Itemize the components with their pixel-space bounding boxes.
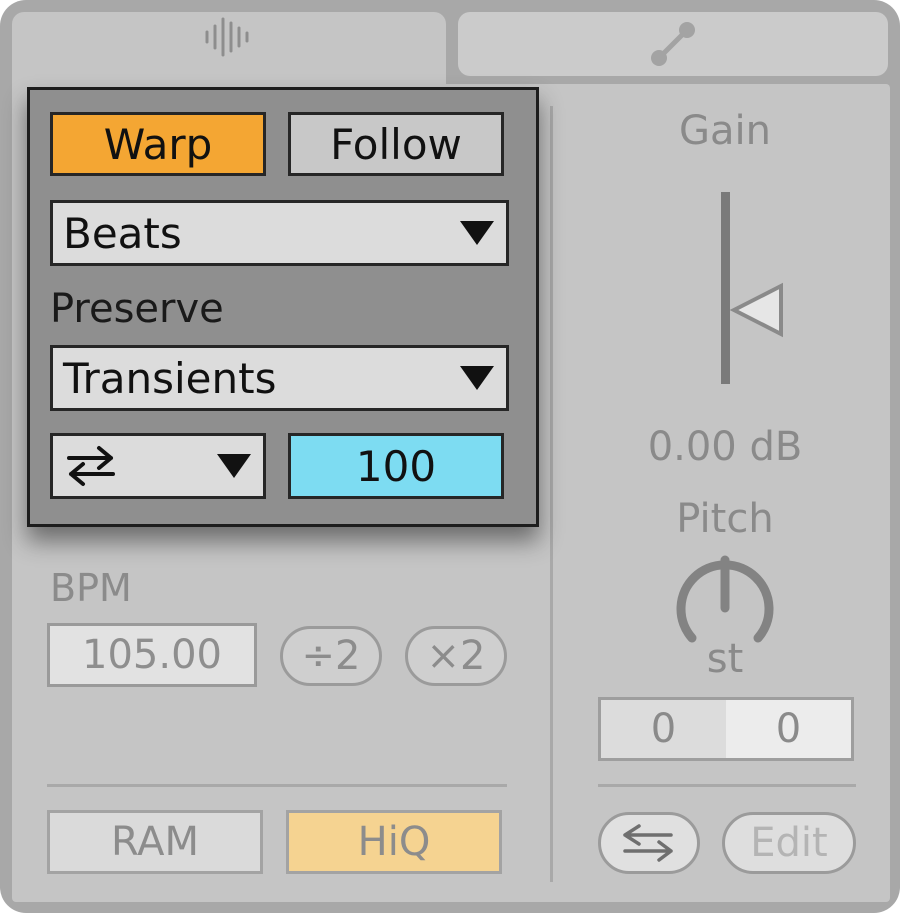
pitch-unit-label: st <box>706 636 744 682</box>
transient-envelope-field[interactable]: 100 <box>288 433 504 499</box>
edit-button[interactable]: Edit <box>722 812 856 874</box>
transpose-fine-field[interactable]: 0 <box>726 700 851 758</box>
chevron-down-icon <box>460 221 494 245</box>
gain-value: 0.00 dB <box>647 424 803 470</box>
ram-button[interactable]: RAM <box>47 810 263 874</box>
warp-mode-value: Beats <box>63 208 182 258</box>
gain-label: Gain <box>679 108 771 154</box>
warp-popup: Warp Follow Beats Preserve Transients 10… <box>27 87 539 527</box>
right-divider <box>598 784 856 787</box>
swap-arrows-icon <box>623 824 673 862</box>
double-tempo-button[interactable]: ×2 <box>405 626 507 686</box>
envelope-node-icon <box>651 22 695 66</box>
gain-slider-handle[interactable] <box>729 280 789 340</box>
bpm-label: BPM <box>50 566 132 610</box>
warp-button[interactable]: Warp <box>50 112 266 176</box>
column-divider <box>550 106 553 882</box>
preserve-label: Preserve <box>50 286 224 332</box>
preserve-value: Transients <box>63 353 277 403</box>
left-divider <box>47 784 507 787</box>
chevron-down-icon <box>217 454 251 478</box>
tab-envelopes[interactable] <box>458 12 888 76</box>
chevron-down-icon <box>460 366 494 390</box>
loop-mode-icon <box>67 446 115 486</box>
hiq-button[interactable]: HiQ <box>286 810 502 874</box>
bpm-field[interactable]: 105.00 <box>47 623 257 687</box>
swap-button[interactable] <box>598 812 700 874</box>
follow-button[interactable]: Follow <box>288 112 504 176</box>
preserve-dropdown[interactable]: Transients <box>50 345 509 411</box>
warp-mode-dropdown[interactable]: Beats <box>50 200 509 266</box>
loop-mode-dropdown[interactable] <box>50 433 266 499</box>
half-tempo-button[interactable]: ÷2 <box>280 626 382 686</box>
pitch-label: Pitch <box>676 496 774 542</box>
transpose-coarse-field[interactable]: 0 <box>601 700 726 758</box>
waveform-icon <box>205 17 249 57</box>
pitch-fields: 0 0 <box>598 697 854 761</box>
